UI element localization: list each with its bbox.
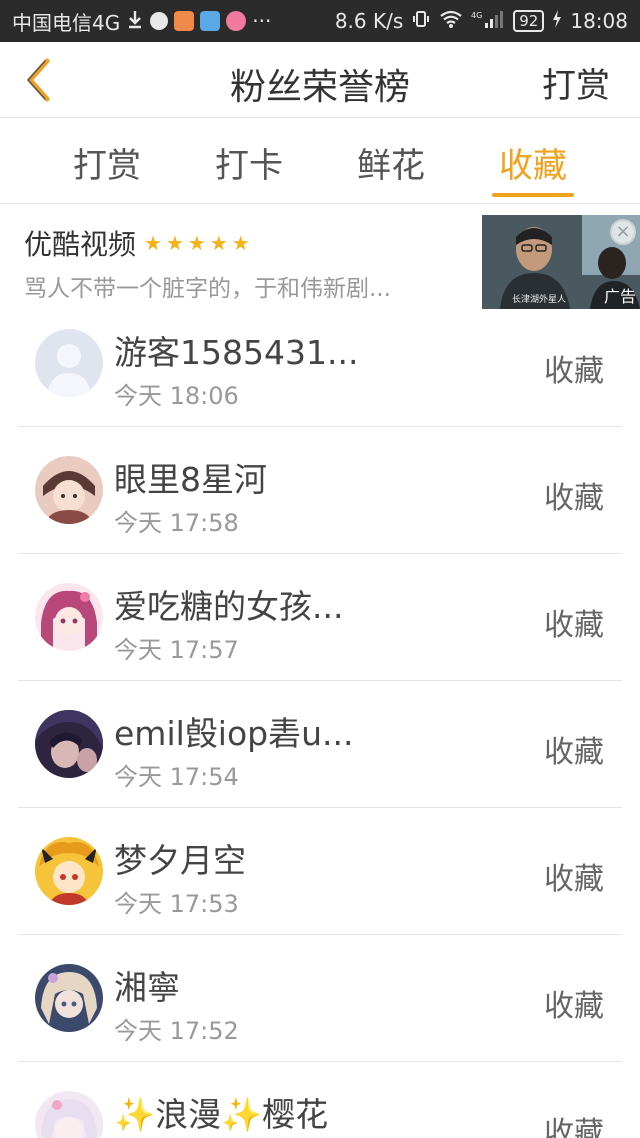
action-label: 收藏 (544, 354, 604, 389)
action-label: 收藏 (544, 1116, 604, 1138)
avatar[interactable] (35, 837, 103, 905)
timestamp: 今天 17:57 (114, 636, 239, 664)
svg-text:4G: 4G (471, 11, 482, 20)
avatar[interactable] (35, 710, 103, 778)
more-notifications: ··· (252, 9, 272, 33)
tab-bar: 打赏 打卡 鲜花 收藏 (0, 118, 640, 204)
avatar[interactable] (35, 964, 103, 1032)
close-icon[interactable]: × (610, 219, 636, 245)
user-name: 梦夕月空 (114, 841, 246, 880)
star-icon: ★ (231, 231, 250, 255)
star-icon: ★ (144, 231, 162, 255)
vibrate-icon (411, 9, 431, 34)
user-name: emil㲃iop砉u... (114, 714, 354, 753)
star-icon: ★ (165, 231, 184, 255)
active-tab-indicator (492, 193, 574, 197)
clock: 18:08 (570, 9, 628, 33)
user-name: ✨浪漫✨樱花 (114, 1095, 329, 1134)
download-icon (126, 9, 144, 34)
tab-favorites[interactable]: 收藏 (462, 118, 604, 203)
list-item[interactable]: 湘寧 今天 17:52 收藏 (18, 935, 622, 1062)
ad-image[interactable]: 长津湖外星人 × 广告 (482, 215, 640, 309)
qq-icon (150, 12, 169, 30)
app-notification-icon (174, 11, 195, 31)
star-icon: ★ (209, 231, 228, 255)
timestamp: 今天 18:06 (114, 382, 239, 410)
user-name: 眼里8星河 (114, 460, 267, 499)
list-item[interactable]: emil㲃iop砉u... 今天 17:54 收藏 (18, 681, 622, 808)
list-item[interactable]: 游客1585431... 今天 18:06 收藏 (18, 300, 622, 427)
battery-indicator: 92 (513, 10, 545, 32)
timestamp: 今天 17:58 (114, 509, 239, 537)
list-item[interactable]: 梦夕月空 今天 17:53 收藏 (18, 808, 622, 935)
tab-reward[interactable]: 打赏 (36, 118, 178, 203)
tab-flowers[interactable]: 鲜花 (320, 118, 462, 203)
user-name: 湘寧 (114, 968, 180, 1007)
ad-subtitle: 骂人不带一个脏字的，于和伟新剧... (24, 276, 391, 302)
action-label: 收藏 (544, 735, 604, 770)
header: 粉丝荣誉榜 打赏 (0, 42, 640, 118)
reward-button[interactable]: 打赏 (542, 58, 610, 107)
timestamp: 今天 17:53 (114, 890, 239, 918)
wifi-icon (439, 9, 463, 34)
ad-title: 优酷视频 ★ ★ ★ ★ ★ (24, 228, 250, 261)
rating-stars: ★ ★ ★ ★ ★ (144, 231, 250, 255)
avatar[interactable] (35, 1091, 103, 1138)
action-label: 收藏 (544, 481, 604, 516)
list-item[interactable]: 爱吃糖的女孩... 今天 17:57 收藏 (18, 554, 622, 681)
tab-checkin[interactable]: 打卡 (178, 118, 320, 203)
status-bar: 中国电信4G ··· 8.6 K/s 4G 92 18:08 (0, 0, 640, 42)
ad-banner[interactable]: 优酷视频 ★ ★ ★ ★ ★ 骂人不带一个脏字的，于和伟新剧... 长津湖外星人… (0, 205, 640, 309)
app-notification-icon (226, 11, 247, 31)
network-speed: 8.6 K/s (334, 9, 404, 33)
action-label: 收藏 (544, 608, 604, 643)
timestamp: 今天 17:52 (114, 1017, 239, 1045)
favorites-list: 游客1585431... 今天 18:06 收藏 眼里8星河 今天 17:58 … (0, 300, 640, 1138)
action-label: 收藏 (544, 862, 604, 897)
timestamp: 今天 17:54 (114, 763, 239, 791)
app-notification-icon (200, 11, 221, 31)
avatar[interactable] (35, 329, 103, 397)
user-name: 游客1585431... (114, 333, 359, 372)
list-item[interactable]: 眼里8星河 今天 17:58 收藏 (18, 427, 622, 554)
star-icon: ★ (187, 231, 206, 255)
avatar[interactable] (35, 456, 103, 524)
carrier-label: 中国电信4G (12, 10, 121, 35)
charging-icon (552, 9, 562, 34)
signal-icon: 4G (471, 9, 505, 34)
avatar[interactable] (35, 583, 103, 651)
action-label: 收藏 (544, 989, 604, 1024)
list-item[interactable]: ✨浪漫✨樱花 收藏 (18, 1062, 622, 1138)
user-name: 爱吃糖的女孩... (114, 587, 344, 626)
